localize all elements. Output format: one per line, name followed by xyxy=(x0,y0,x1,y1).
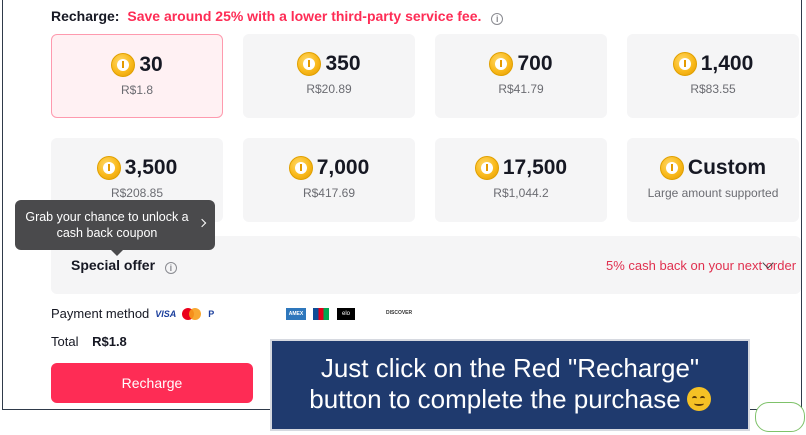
coin-icon xyxy=(96,156,121,180)
package-price: R$41.79 xyxy=(498,82,544,96)
package-card-350[interactable]: 350 R$20.89 xyxy=(243,34,415,118)
discover-icon: DISCOVER xyxy=(386,310,413,316)
package-amount: 350 xyxy=(325,52,361,75)
package-card-7000[interactable]: 7,000 R$417.69 xyxy=(243,138,415,222)
package-amount: 30 xyxy=(139,53,163,76)
smiling-face-icon xyxy=(686,387,711,411)
package-amount: 700 xyxy=(517,52,553,75)
package-price: R$1.8 xyxy=(120,83,154,97)
coin-icon xyxy=(288,156,313,180)
coin-icon xyxy=(659,156,684,180)
coin-icon xyxy=(111,53,136,77)
package-card-700[interactable]: 700 R$41.79 xyxy=(435,34,607,118)
recharge-label: Recharge: xyxy=(51,8,120,24)
payment-method: Payment method VISA P xyxy=(51,306,214,321)
visa-icon: VISA xyxy=(155,308,177,319)
total-row: Total R$1.8 xyxy=(51,334,127,349)
package-card-1400[interactable]: 1,400 R$83.55 xyxy=(627,34,799,118)
amex-icon: AMEX xyxy=(286,308,306,320)
package-amount: 3,500 xyxy=(124,156,178,179)
package-price: R$417.69 xyxy=(302,186,356,200)
package-amount: 17,500 xyxy=(502,156,568,179)
package-card-30[interactable]: 30 R$1.8 xyxy=(51,34,223,118)
payment-method-label: Payment method xyxy=(51,306,150,321)
coin-icon xyxy=(672,52,697,76)
tooltip-text: Grab your chance to unlock a cash back c… xyxy=(25,210,189,240)
package-price: R$83.55 xyxy=(690,82,736,96)
coin-icon xyxy=(474,156,499,180)
mastercard-icon xyxy=(182,307,202,320)
cashback-tooltip[interactable]: Grab your chance to unlock a cash back c… xyxy=(15,200,215,256)
package-price: Large amount supported xyxy=(647,186,779,200)
coin-icon xyxy=(489,52,514,76)
package-price: R$208.85 xyxy=(110,186,164,200)
jcb-icon xyxy=(313,308,329,320)
package-amount: 1,400 xyxy=(700,52,754,75)
instruction-callout: Just click on the Red "Recharge" button … xyxy=(270,339,750,431)
package-price: R$1,044.2 xyxy=(493,186,549,200)
package-card-custom[interactable]: Custom Large amount supported xyxy=(627,138,799,222)
special-offer-title: Special offer i xyxy=(71,257,177,274)
recharge-header: Recharge: Save around 25% with a lower t… xyxy=(51,8,504,25)
coin-icon xyxy=(297,52,322,76)
recharge-button[interactable]: Recharge xyxy=(51,363,253,403)
chevron-right-icon xyxy=(197,218,207,228)
total-label: Total xyxy=(51,334,79,349)
package-card-17500[interactable]: 17,500 R$1,044.2 xyxy=(435,138,607,222)
elo-icon: elo xyxy=(337,308,355,320)
partial-button xyxy=(755,402,805,432)
info-icon[interactable]: i xyxy=(164,262,177,274)
total-value: R$1.8 xyxy=(92,334,127,349)
paypal-icon: P xyxy=(208,308,215,319)
package-amount: 7,000 xyxy=(316,156,370,179)
package-amount: Custom xyxy=(687,156,767,179)
package-price: R$20.89 xyxy=(306,82,352,96)
promo-text: Save around 25% with a lower third-party… xyxy=(127,8,482,24)
callout-line-1: Just click on the Red "Recharge" xyxy=(320,353,700,383)
info-icon[interactable]: i xyxy=(491,13,504,25)
callout-line-2: button to complete the purchase xyxy=(309,384,681,414)
